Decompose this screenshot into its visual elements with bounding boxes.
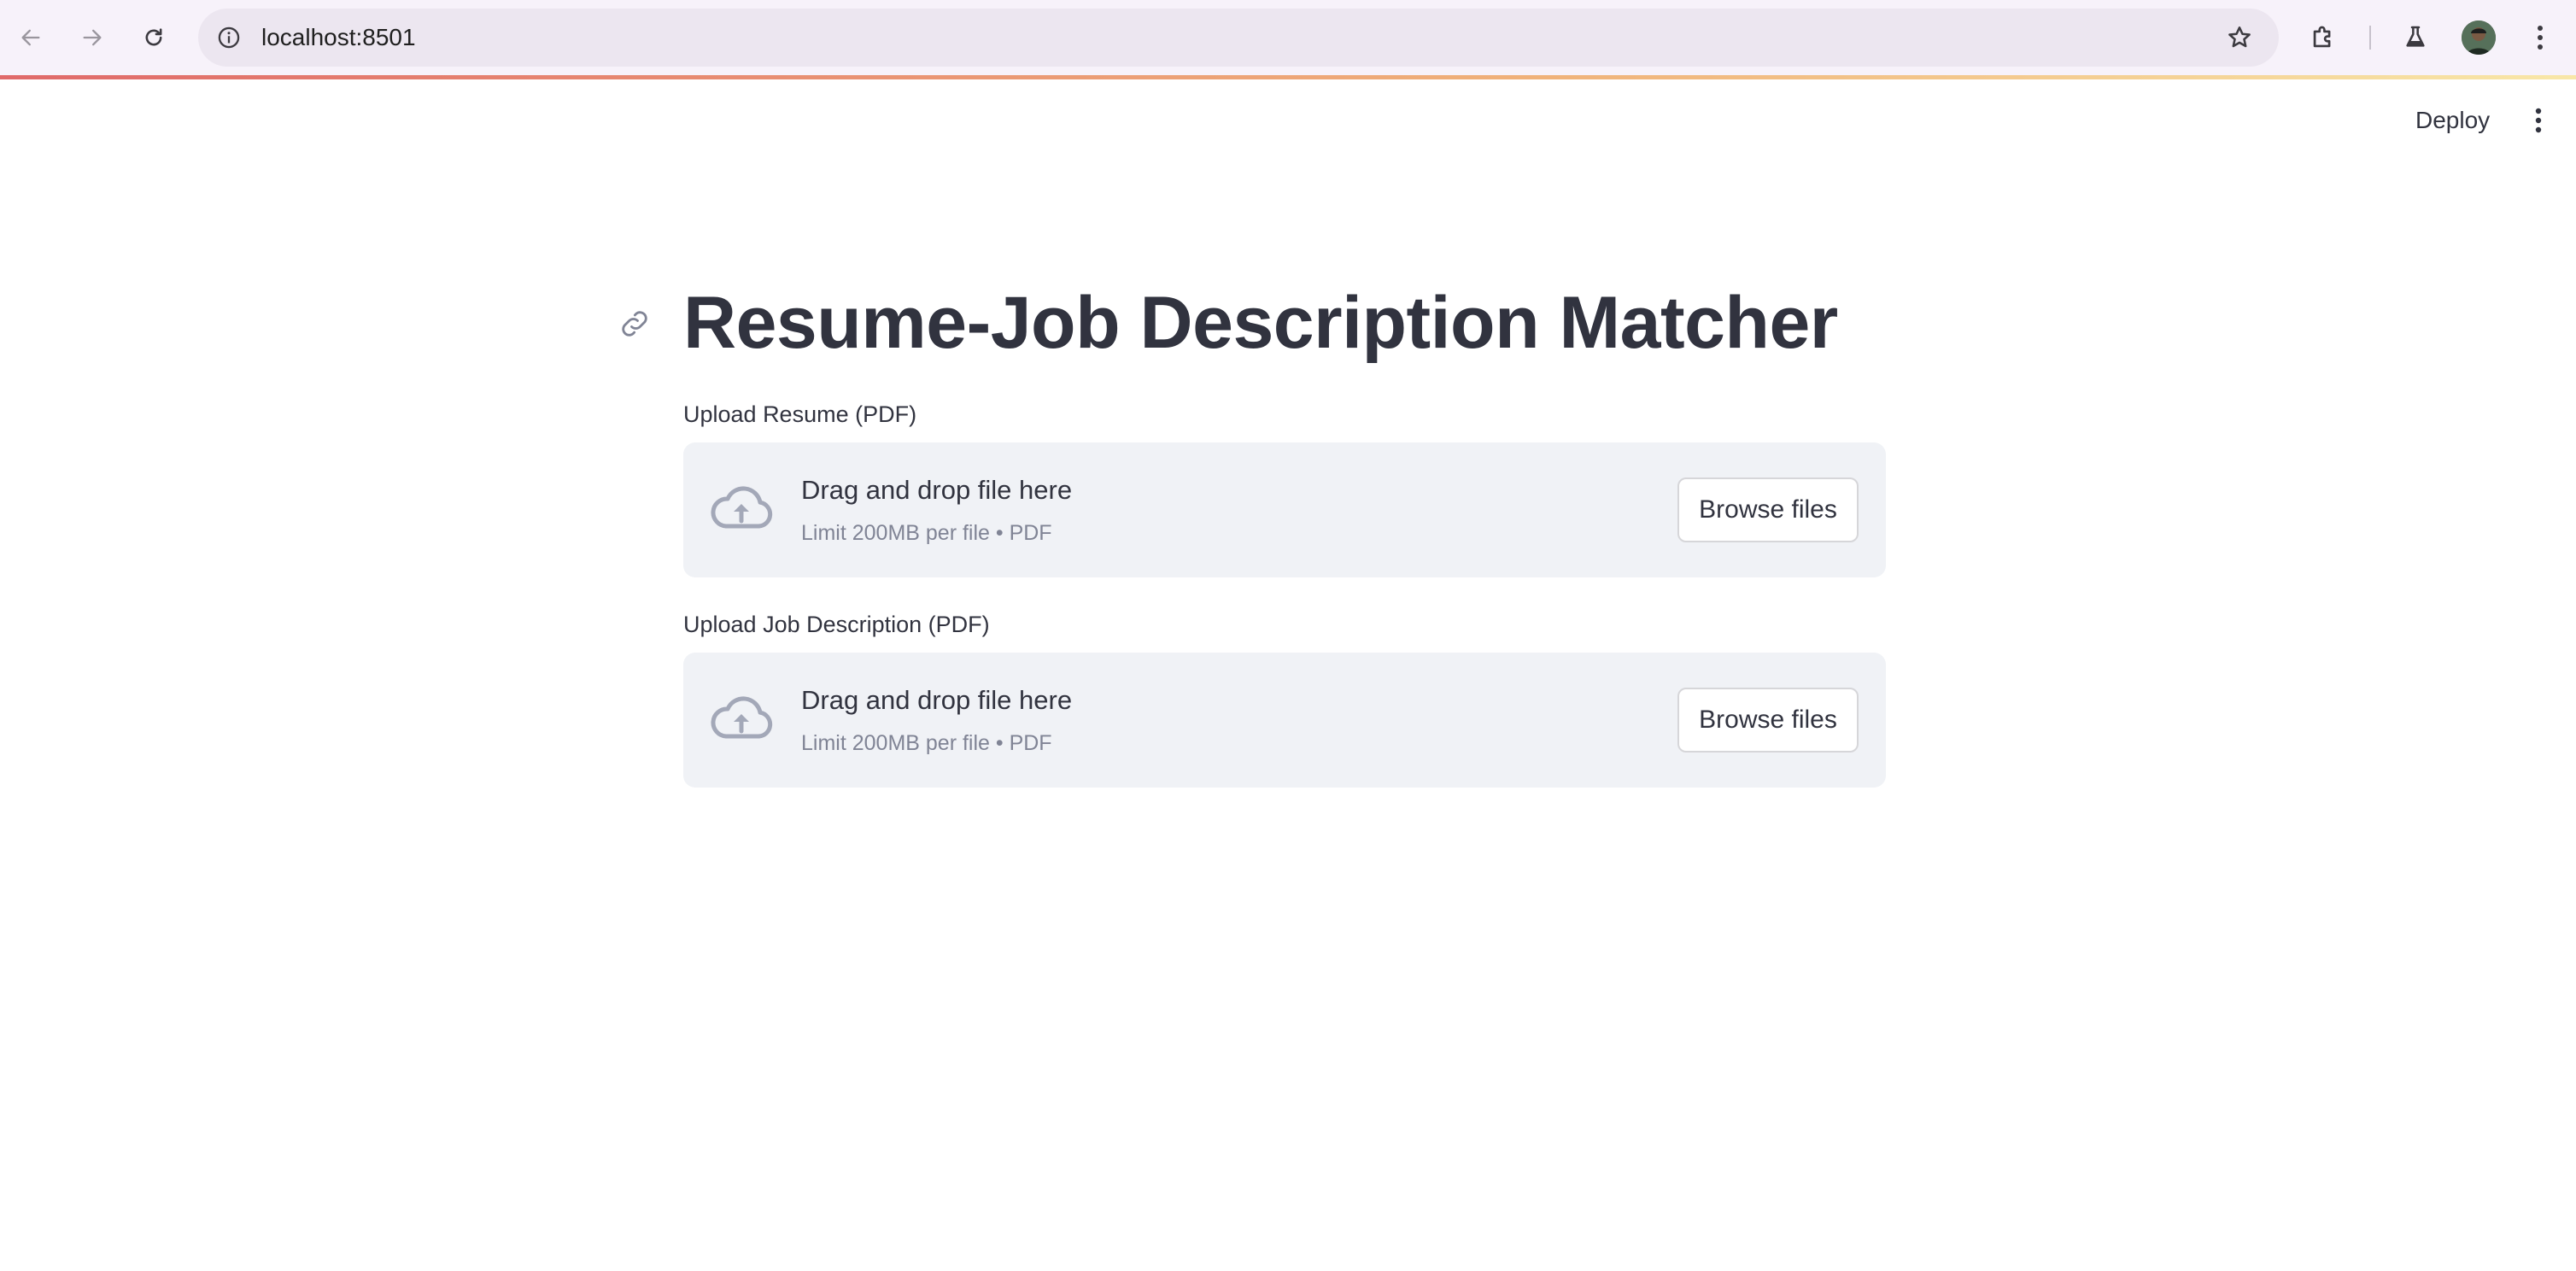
resume-upload-label: Upload Resume (PDF)	[683, 401, 917, 427]
url-text[interactable]: localhost:8501	[261, 9, 416, 67]
info-icon[interactable]	[217, 26, 241, 50]
resume-browse-button[interactable]: Browse files	[1677, 477, 1859, 542]
arrow-left-icon	[21, 29, 40, 46]
profile-photo	[2462, 20, 2496, 55]
cloud-upload-icon	[711, 696, 773, 739]
avatar[interactable]	[2462, 20, 2496, 55]
address-bar[interactable]: localhost:8501	[198, 9, 2279, 67]
accent-line	[0, 75, 2576, 79]
dropzone-subtitle: Limit 200MB per file • PDF	[801, 731, 1052, 755]
deploy-button[interactable]: Deploy	[2405, 101, 2500, 140]
reload-button[interactable]	[135, 19, 173, 56]
back-button[interactable]	[12, 19, 50, 56]
job-description-browse-button[interactable]: Browse files	[1677, 688, 1859, 753]
toolbar-divider	[2369, 26, 2371, 50]
dropzone-title: Drag and drop file here	[801, 475, 1073, 505]
job-description-upload-label: Upload Job Description (PDF)	[683, 612, 990, 637]
dropzone-title: Drag and drop file here	[801, 685, 1073, 715]
cloud-upload-icon	[711, 486, 773, 529]
extensions-button[interactable]	[2304, 19, 2342, 56]
flask-icon	[2406, 26, 2425, 47]
kebab-menu-icon	[2538, 26, 2543, 50]
kebab-menu-icon	[2535, 108, 2542, 133]
link-icon[interactable]	[617, 306, 653, 342]
arrow-right-icon	[83, 29, 102, 46]
star-icon[interactable]	[2226, 24, 2253, 51]
browser-toolbar: localhost:8501	[0, 0, 2576, 75]
forward-button[interactable]	[73, 19, 111, 56]
labs-button[interactable]	[2397, 19, 2434, 56]
app-menu-button[interactable]	[2521, 101, 2556, 140]
puzzle-icon	[2313, 26, 2331, 48]
page-title: Resume-Job Description Matcher	[683, 282, 1838, 364]
job-description-dropzone[interactable]: Drag and drop file here Limit 200MB per …	[683, 653, 1886, 788]
resume-dropzone[interactable]: Drag and drop file here Limit 200MB per …	[683, 442, 1886, 577]
dropzone-subtitle: Limit 200MB per file • PDF	[801, 521, 1052, 545]
reload-icon	[145, 28, 162, 46]
browser-menu-button[interactable]	[2521, 19, 2559, 56]
